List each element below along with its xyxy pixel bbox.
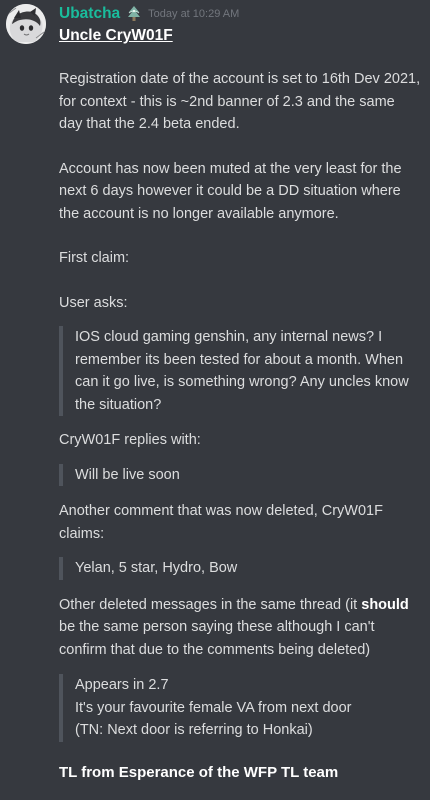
paragraph-registration: Registration date of the account is set … bbox=[59, 71, 421, 132]
username[interactable]: Ubatcha bbox=[59, 5, 120, 23]
anime-avatar-icon[interactable] bbox=[6, 4, 46, 44]
blockquote-claim: Yelan, 5 star, Hydro, Bow bbox=[59, 557, 421, 580]
blockquote-appears: Appears in 2.7 It's your favourite femal… bbox=[59, 674, 421, 742]
blockquote-question: IOS cloud gaming genshin, any internal n… bbox=[59, 326, 421, 416]
message-header: Ubatcha Today at 10:29 AM bbox=[59, 4, 239, 24]
timestamp[interactable]: Today at 10:29 AM bbox=[148, 8, 239, 20]
quote-appears-line-1: Appears in 2.7 bbox=[75, 677, 169, 693]
other-deleted-bold: should bbox=[361, 596, 409, 613]
footer-credit: TL from Esperance of the WFP TL team bbox=[59, 763, 339, 781]
paragraph-muted: Account has now been muted at the very l… bbox=[59, 160, 402, 222]
paragraph-other-deleted: Other deleted messages in the same threa… bbox=[59, 594, 421, 662]
message-content: Uncle CryW01F Registration date of the a… bbox=[59, 26, 421, 798]
paragraph-first-claim: First claim: bbox=[59, 250, 130, 266]
other-deleted-text-end: be the same person saying these although… bbox=[59, 619, 375, 658]
blockquote-reply: Will be live soon bbox=[59, 463, 421, 486]
quote-appears-line-2: It's your favourite female VA from next … bbox=[75, 699, 352, 716]
quote-question-text: IOS cloud gaming genshin, any internal n… bbox=[75, 329, 409, 413]
quote-reply-text: Will be live soon bbox=[75, 466, 180, 483]
other-deleted-text-start: Other deleted messages in the same threa… bbox=[59, 596, 362, 613]
quote-appears-line-3: (TN: Next door is referring to Honkai) bbox=[75, 722, 313, 738]
message-title: Uncle CryW01F bbox=[59, 27, 173, 44]
paragraph-another-comment: Another comment that was now deleted, Cr… bbox=[59, 503, 383, 542]
quote-claim-text: Yelan, 5 star, Hydro, Bow bbox=[75, 560, 238, 576]
paragraph-user-asks: User asks: bbox=[59, 294, 128, 311]
tree-sprite-icon bbox=[125, 5, 143, 23]
chat-message: Ubatcha Today at 10:29 AM Uncle CryW01F … bbox=[0, 0, 430, 800]
paragraph-replies-with: CryW01F replies with: bbox=[59, 432, 201, 448]
